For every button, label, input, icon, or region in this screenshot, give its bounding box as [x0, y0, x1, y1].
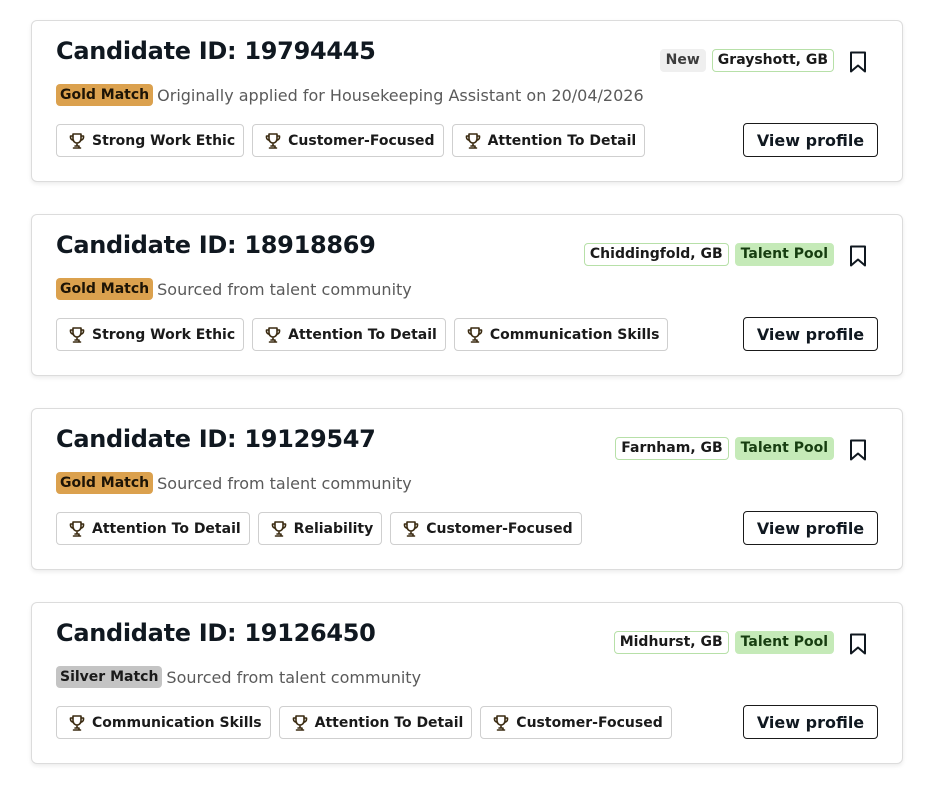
skills-list: Strong Work Ethic Customer-Focused Attenti… [56, 124, 646, 157]
bookmark-icon[interactable] [847, 632, 869, 656]
skill-chip: Customer-Focused [390, 512, 582, 545]
skill-chip: Customer-Focused [480, 706, 672, 739]
skill-chip: Strong Work Ethic [56, 318, 245, 351]
candidate-card: Candidate ID: 19129547 Farnham, GB Talent… [31, 408, 903, 570]
candidate-title[interactable]: Candidate ID: 18918869 [56, 231, 376, 259]
trophy-icon [263, 131, 283, 151]
trophy-icon [401, 519, 421, 539]
skill-label: Customer-Focused [426, 520, 573, 537]
candidate-card: Candidate ID: 18918869 Chiddingfold, GB T… [31, 214, 903, 376]
trophy-icon [67, 325, 87, 345]
skill-label: Communication Skills [92, 714, 262, 731]
skill-chip: Communication Skills [453, 318, 669, 351]
candidate-card: Candidate ID: 19794445 New Grayshott, GB … [31, 20, 903, 182]
candidate-title[interactable]: Candidate ID: 19126450 [56, 619, 376, 647]
skill-label: Strong Work Ethic [92, 326, 236, 343]
candidate-source: Originally applied for Housekeeping Assi… [157, 85, 644, 105]
skills-list: Strong Work Ethic Attention To Detail Comm… [56, 318, 669, 351]
skill-label: Strong Work Ethic [92, 132, 236, 149]
candidate-subline: Gold Match Originally applied for Housek… [56, 84, 644, 106]
skill-label: Customer-Focused [516, 714, 663, 731]
match-badge: Gold Match [56, 278, 154, 300]
skill-label: Communication Skills [489, 326, 660, 343]
skill-chip: Reliability [257, 512, 383, 545]
skill-chip: Attention To Detail [252, 318, 446, 351]
skill-chip: Communication Skills [56, 706, 271, 739]
trophy-icon [67, 519, 87, 539]
candidate-subline: Gold Match Sourced from talent community [56, 472, 412, 494]
bookmark-icon[interactable] [847, 244, 869, 268]
candidate-tags: Farnham, GB Talent Pool [615, 437, 834, 460]
match-badge: Gold Match [56, 84, 154, 106]
view-profile-button[interactable]: View profile [743, 123, 878, 157]
view-profile-button[interactable]: View profile [743, 705, 878, 739]
candidate-tags: Chiddingfold, GB Talent Pool [583, 243, 834, 266]
skill-label: Attention To Detail [92, 520, 241, 537]
skill-chip: Strong Work Ethic [56, 124, 245, 157]
candidate-title[interactable]: Candidate ID: 19794445 [56, 37, 376, 65]
trophy-icon [290, 713, 310, 733]
trophy-icon [67, 131, 87, 151]
candidate-source: Sourced from talent community [166, 667, 422, 687]
skills-list: Communication Skills Attention To Detail C… [56, 706, 672, 739]
skill-label: Attention To Detail [314, 714, 464, 731]
bookmark-icon[interactable] [847, 50, 869, 74]
talent-pool-badge: Talent Pool [734, 243, 834, 266]
skills-list: Attention To Detail Reliability Customer-F… [56, 512, 582, 545]
candidate-source: Sourced from talent community [157, 279, 412, 299]
candidate-tags: New Grayshott, GB [659, 49, 834, 72]
trophy-icon [463, 131, 483, 151]
skill-chip: Attention To Detail [278, 706, 473, 739]
candidate-tags: Midhurst, GB Talent Pool [613, 631, 834, 654]
trophy-icon [67, 713, 87, 733]
view-profile-button[interactable]: View profile [743, 317, 878, 351]
location-badge: Grayshott, GB [711, 49, 834, 72]
trophy-icon [263, 325, 283, 345]
skill-label: Customer-Focused [288, 132, 435, 149]
skill-label: Attention To Detail [288, 326, 437, 343]
view-profile-button[interactable]: View profile [743, 511, 878, 545]
match-badge: Gold Match [56, 472, 154, 494]
candidate-card: Candidate ID: 19126450 Midhurst, GB Talen… [31, 602, 903, 764]
trophy-icon [269, 519, 289, 539]
skill-label: Attention To Detail [487, 132, 637, 149]
skill-chip: Attention To Detail [56, 512, 250, 545]
talent-pool-badge: Talent Pool [734, 437, 834, 460]
candidate-title[interactable]: Candidate ID: 19129547 [56, 425, 376, 453]
trophy-icon [491, 713, 511, 733]
bookmark-icon[interactable] [847, 438, 869, 462]
candidate-source: Sourced from talent community [157, 473, 412, 493]
location-badge: Midhurst, GB [613, 631, 729, 654]
skill-chip: Customer-Focused [252, 124, 444, 157]
trophy-icon [465, 325, 485, 345]
match-badge: Silver Match [56, 666, 163, 688]
new-badge: New [659, 49, 706, 72]
location-badge: Chiddingfold, GB [583, 243, 729, 266]
candidate-subline: Gold Match Sourced from talent community [56, 278, 412, 300]
skill-chip: Attention To Detail [451, 124, 646, 157]
skill-label: Reliability [293, 520, 374, 537]
candidate-subline: Silver Match Sourced from talent communi… [56, 666, 421, 688]
location-badge: Farnham, GB [615, 437, 729, 460]
talent-pool-badge: Talent Pool [734, 631, 834, 654]
